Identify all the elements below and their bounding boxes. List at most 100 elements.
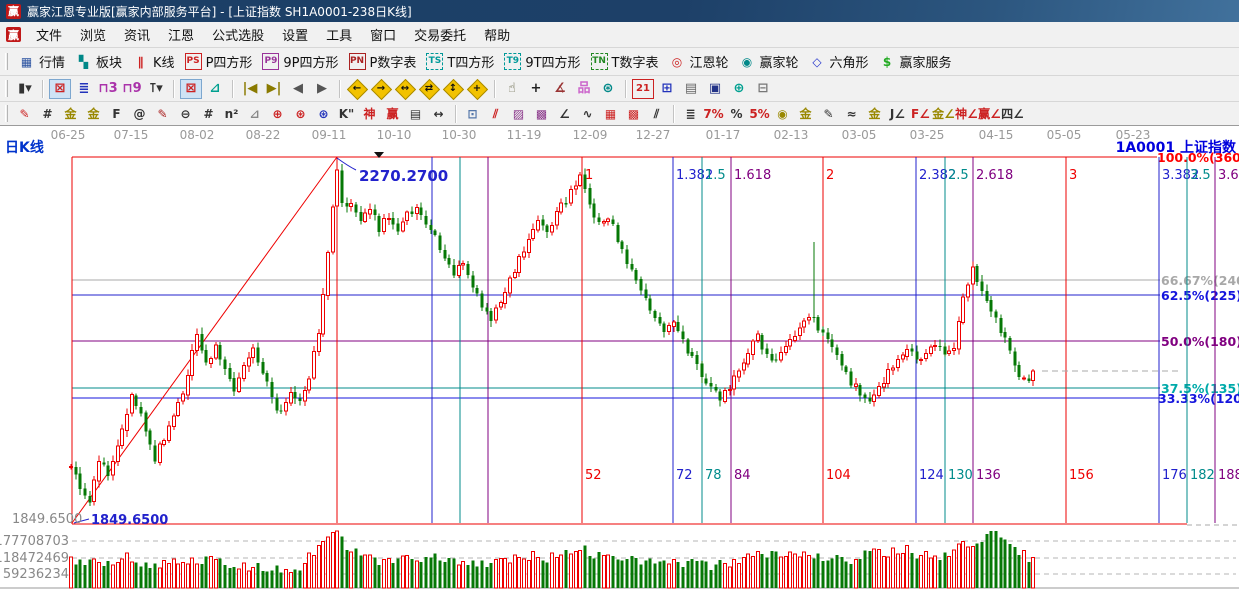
- menu-item-1[interactable]: 浏览: [71, 22, 115, 47]
- gann-box-tool[interactable]: ⊠: [180, 79, 202, 99]
- grid-red2-tool[interactable]: ▩: [623, 105, 644, 123]
- parallel-lines-tool[interactable]: ⫽: [646, 105, 667, 123]
- shen-angle-tool[interactable]: 神∠: [956, 105, 977, 123]
- kline-button[interactable]: ∥K线: [127, 50, 180, 73]
- crosshair-tool[interactable]: +: [525, 79, 547, 99]
- 9p-square-button[interactable]: P99P四方形: [257, 50, 343, 73]
- menu-item-4[interactable]: 公式选股: [203, 22, 273, 47]
- angle-measure-tool[interactable]: ∡: [549, 79, 571, 99]
- menu-logo-icon: 赢: [6, 27, 21, 42]
- draw-pencil-tool[interactable]: ✎: [14, 105, 35, 123]
- zigzag-tool[interactable]: ∿: [577, 105, 598, 123]
- chart-area[interactable]: 06-2507-1508-0208-2209-1110-1010-3011-19…: [0, 126, 1239, 591]
- menu-item-0[interactable]: 文件: [27, 22, 71, 47]
- toolbar-label: P数字表: [370, 52, 417, 71]
- kline-style-dropdown[interactable]: ▮▾: [14, 79, 36, 99]
- n-squared-tool[interactable]: n²: [221, 105, 242, 123]
- winner-service-button[interactable]: $赢家服务: [874, 50, 957, 73]
- p-number-table-button[interactable]: PNP数字表: [344, 50, 422, 73]
- prev-bar-button[interactable]: ◀: [287, 79, 309, 99]
- brush-tool[interactable]: ✎: [152, 105, 173, 123]
- menu-item-2[interactable]: 资讯: [115, 22, 159, 47]
- percent-lines-tool[interactable]: 5%: [749, 105, 770, 123]
- spider-web-blue-tool[interactable]: ⊛: [313, 105, 334, 123]
- sectors-button[interactable]: ▚板块: [70, 50, 127, 73]
- notes-tool[interactable]: ▤: [680, 79, 702, 99]
- smart-tool[interactable]: ⊛: [597, 79, 619, 99]
- hand-drag-tool[interactable]: ☝: [501, 79, 523, 99]
- hexagon-button[interactable]: ◇六角形: [804, 50, 874, 73]
- wave9-tool[interactable]: ⊓9: [121, 79, 143, 99]
- fan-lines-tool[interactable]: ⫽: [485, 105, 506, 123]
- calculator-tool[interactable]: ⊞: [656, 79, 678, 99]
- candle-tool-dropdown[interactable]: ⊺▾: [145, 79, 167, 99]
- ying-angle-tool[interactable]: 赢∠: [979, 105, 1000, 123]
- p-square-button[interactable]: PSP四方形: [180, 50, 258, 73]
- price-divisions-tool[interactable]: #: [198, 105, 219, 123]
- t-number-table-button[interactable]: TNT数字表: [586, 50, 664, 73]
- wave-band-tool[interactable]: ≈: [841, 105, 862, 123]
- shift-right-diamond-button[interactable]: →: [370, 79, 392, 99]
- gold-divisions2-tool[interactable]: 金: [83, 105, 104, 123]
- ink-tool[interactable]: ✎: [818, 105, 839, 123]
- next-bar-button[interactable]: ▶: [311, 79, 333, 99]
- grid-red-tool[interactable]: ▦: [600, 105, 621, 123]
- spiral-tool[interactable]: @: [129, 105, 150, 123]
- menu-item-5[interactable]: 设置: [273, 22, 317, 47]
- gold-lines-tool[interactable]: 金: [795, 105, 816, 123]
- percent-change-tool[interactable]: 7%: [703, 105, 724, 123]
- ying-divisions-tool[interactable]: 赢: [382, 105, 403, 123]
- j-angle-tool[interactable]: J∠: [887, 105, 908, 123]
- gann-wheel-button[interactable]: ◎江恩轮: [664, 50, 734, 73]
- stats-bars-tool[interactable]: ≣: [680, 105, 701, 123]
- fan-box-tool[interactable]: ▨: [508, 105, 529, 123]
- web-box-tool[interactable]: ▩: [531, 105, 552, 123]
- gann-shapes-tool[interactable]: ⊠: [49, 79, 71, 99]
- mirror-angle-tool[interactable]: ⊿: [244, 105, 265, 123]
- diamond-arrow-icon: +: [473, 84, 481, 94]
- first-page-button[interactable]: |◀: [239, 79, 261, 99]
- gold-angle-base-tool[interactable]: 金: [864, 105, 885, 123]
- menu-item-8[interactable]: 交易委托: [405, 22, 475, 47]
- angle-lines-tool[interactable]: ∠: [554, 105, 575, 123]
- ruler-123-tool[interactable]: ▤: [405, 105, 426, 123]
- save-tool[interactable]: ▣: [704, 79, 726, 99]
- percent-tool[interactable]: %: [726, 105, 747, 123]
- gold-angle-tool[interactable]: 金∠: [933, 105, 954, 123]
- time-divisions-tool[interactable]: #: [37, 105, 58, 123]
- fib-divisions-tool[interactable]: F: [106, 105, 127, 123]
- f-angle-tool[interactable]: F∠: [910, 105, 931, 123]
- expand-diamond-button[interactable]: ↔: [394, 79, 416, 99]
- si-angle-tool[interactable]: 四∠: [1002, 105, 1023, 123]
- shen-divisions-tool[interactable]: 神: [359, 105, 380, 123]
- winner-wheel-button[interactable]: ◉赢家轮: [734, 50, 804, 73]
- calendar-tool[interactable]: 21: [632, 79, 654, 99]
- menu-item-3[interactable]: 江恩: [159, 22, 203, 47]
- color-levels-tool[interactable]: ⊿: [204, 79, 226, 99]
- vertical-diamond-button[interactable]: ↕: [442, 79, 464, 99]
- shift-left-diamond-button[interactable]: ←: [346, 79, 368, 99]
- quotes-button[interactable]: ▦行情: [13, 50, 70, 73]
- cycle-circle-tool[interactable]: ⊖: [175, 105, 196, 123]
- 9t-square-button[interactable]: T99T四方形: [499, 50, 585, 73]
- last-page-button[interactable]: ▶|: [263, 79, 285, 99]
- width-measure-tool[interactable]: ↔: [428, 105, 449, 123]
- info-panel-tool[interactable]: ≣: [73, 79, 95, 99]
- gold-circle-tool[interactable]: ◉: [772, 105, 793, 123]
- full-diamond-button[interactable]: +: [466, 79, 488, 99]
- menu-item-7[interactable]: 窗口: [361, 22, 405, 47]
- kline-chart[interactable]: 06-2507-1508-0208-2209-1110-1010-3011-19…: [0, 126, 1239, 591]
- menu-item-6[interactable]: 工具: [317, 22, 361, 47]
- wave3-tool[interactable]: ⊓3: [97, 79, 119, 99]
- gold-divisions-tool[interactable]: 金: [60, 105, 81, 123]
- gann-circle-tool[interactable]: ⊕: [267, 105, 288, 123]
- remote-pc-tool[interactable]: ⊟: [752, 79, 774, 99]
- web-link-tool[interactable]: ⊕: [728, 79, 750, 99]
- spider-web-red-tool[interactable]: ⊛: [290, 105, 311, 123]
- compress-diamond-button[interactable]: ⇄: [418, 79, 440, 99]
- k-marker-tool[interactable]: K": [336, 105, 357, 123]
- box-region-tool[interactable]: ⊡: [462, 105, 483, 123]
- blocks-tool[interactable]: 品: [573, 79, 595, 99]
- menu-item-9[interactable]: 帮助: [475, 22, 519, 47]
- t-square-button[interactable]: TST四方形: [421, 50, 499, 73]
